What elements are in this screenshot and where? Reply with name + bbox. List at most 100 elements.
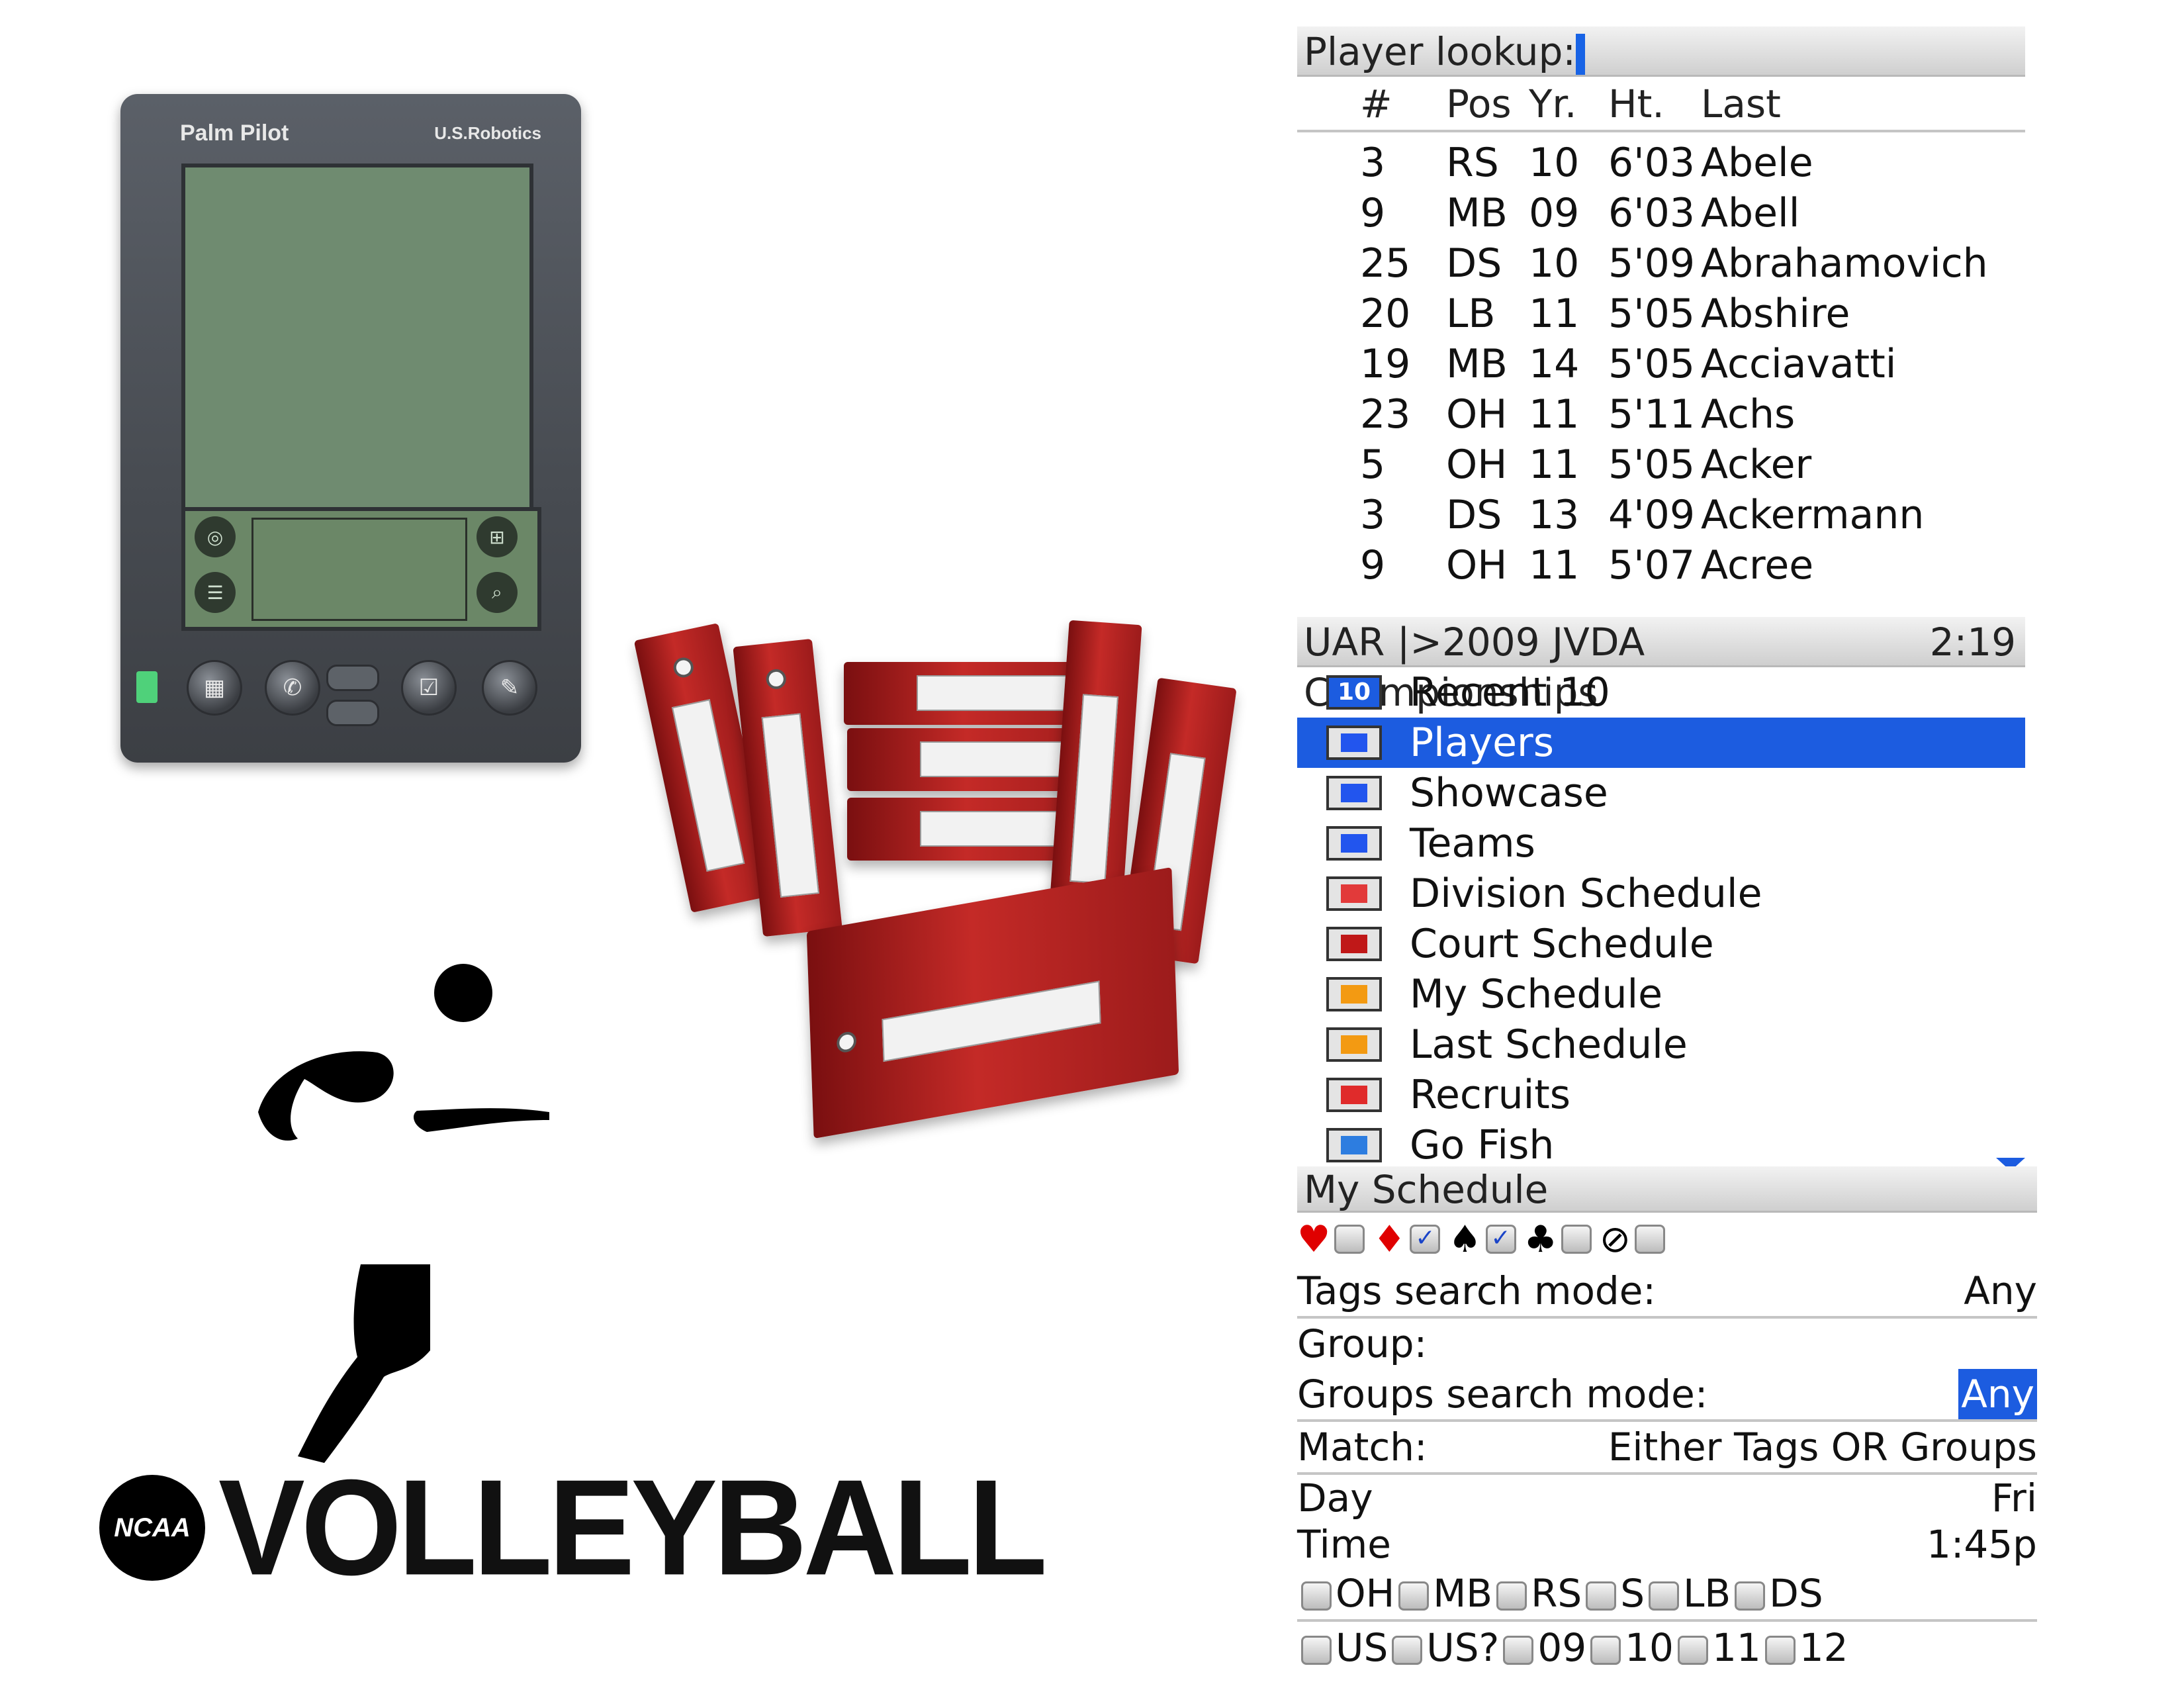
filter-checkbox[interactable]	[1503, 1635, 1534, 1665]
find-icon[interactable]: ⌕	[477, 572, 518, 613]
address-icon[interactable]: ✆	[265, 660, 320, 716]
player-row[interactable]: 23 OH 11 5'11 Achs	[1297, 389, 2025, 440]
menu-item-label: Recent 10	[1410, 669, 1610, 716]
player-ht: 5'05	[1608, 291, 1696, 337]
groups-mode-value[interactable]: Any	[1958, 1369, 2037, 1419]
player-last: Acciavatti	[1701, 341, 1897, 387]
player-row[interactable]: 25 DS 10 5'09 Abrahamovich	[1297, 238, 2025, 289]
memo-icon[interactable]: ✎	[482, 660, 537, 716]
menu-icon[interactable]: ☰	[195, 572, 236, 613]
menu-item-court-schedule[interactable]: Court Schedule	[1297, 919, 2025, 969]
todo-icon[interactable]: ☑	[401, 660, 457, 716]
col-last-header: Last	[1701, 81, 1781, 126]
menu-item-division-schedule[interactable]: Division Schedule	[1297, 868, 2025, 919]
match-value[interactable]: Either Tags OR Groups	[1608, 1422, 2037, 1472]
menu-item-players[interactable]: Players	[1297, 718, 2025, 768]
menu-item-showcase[interactable]: Showcase	[1297, 768, 2025, 818]
menu-item-label: Players	[1410, 720, 1554, 766]
tags-mode-value[interactable]: Any	[1964, 1266, 2037, 1316]
menu-item-teams[interactable]: Teams	[1297, 818, 2025, 868]
player-last: Acker	[1701, 442, 1812, 488]
date-book-icon[interactable]: ▦	[187, 660, 242, 716]
filter-checkbox[interactable]	[1586, 1581, 1617, 1611]
filter-checkbox[interactable]	[1649, 1581, 1680, 1611]
group-label: Group:	[1297, 1321, 1428, 1366]
menu-item-my-schedule[interactable]: My Schedule	[1297, 969, 2025, 1019]
tag-checkbox[interactable]: ✓	[1410, 1225, 1441, 1254]
time-value[interactable]: 1:45p	[1927, 1521, 2037, 1568]
player-yr: 10	[1529, 240, 1580, 287]
graffiti-area[interactable]	[251, 518, 467, 621]
match-label: Match:	[1297, 1425, 1428, 1470]
menu-item-recent-10[interactable]: 10 Recent 10	[1297, 667, 2025, 718]
groups-mode-label: Groups search mode:	[1297, 1372, 1708, 1417]
icon-fill	[1341, 1136, 1367, 1154]
player-yr: 11	[1529, 542, 1580, 588]
diamond-icon: ♦	[1373, 1217, 1406, 1261]
player-pos: DS	[1446, 240, 1502, 287]
binder	[806, 867, 1179, 1139]
filter-checkbox[interactable]	[1735, 1581, 1766, 1611]
volleyball-ball	[434, 964, 492, 1022]
match-row[interactable]: Match: Either Tags OR Groups	[1297, 1422, 2037, 1475]
time-row[interactable]: Time 1:45p	[1297, 1521, 2037, 1568]
player-ht: 5'09	[1608, 240, 1696, 287]
player-pos: DS	[1446, 492, 1502, 538]
menu-item-recruits[interactable]: Recruits	[1297, 1070, 2025, 1120]
menu-item-last-schedule[interactable]: Last Schedule	[1297, 1019, 2025, 1070]
player-row[interactable]: 5 OH 11 5'05 Acker	[1297, 440, 2025, 490]
filter-label: LB	[1683, 1571, 1731, 1616]
filter-checkbox[interactable]	[1398, 1581, 1430, 1611]
teams-icon	[1326, 826, 1382, 861]
spade-icon: ♠	[1448, 1217, 1482, 1261]
player-row[interactable]: 9 MB 09 6'03 Abell	[1297, 188, 2025, 238]
player-num: 9	[1360, 190, 1386, 236]
player-lookup-title[interactable]: Player lookup:	[1297, 26, 2025, 77]
icon-fill	[1341, 935, 1367, 953]
player-row[interactable]: 19 MB 14 5'05 Acciavatti	[1297, 339, 2025, 389]
scroll-down-button[interactable]	[326, 700, 379, 726]
scroll-up-button[interactable]	[326, 665, 379, 691]
filter-label: MB	[1433, 1571, 1493, 1616]
go-fish-icon	[1326, 1128, 1382, 1162]
player-row[interactable]: 3 DS 13 4'09 Ackermann	[1297, 490, 2025, 540]
day-row[interactable]: Day Fri	[1297, 1475, 2037, 1521]
filter-checkbox[interactable]	[1764, 1635, 1796, 1665]
player-table-header: # Pos Yr. Ht. Last	[1297, 78, 2025, 132]
filter-checkbox[interactable]	[1677, 1635, 1708, 1665]
player-num: 9	[1360, 542, 1386, 588]
groups-mode-row[interactable]: Groups search mode: Any	[1297, 1369, 2037, 1422]
filter-checkbox[interactable]	[1392, 1635, 1423, 1665]
player-row[interactable]: 3 RS 10 6'03 Abele	[1297, 138, 2025, 188]
tag-checkbox[interactable]	[1334, 1225, 1365, 1254]
col-yr-header: Yr.	[1529, 81, 1577, 126]
power-led[interactable]	[136, 671, 158, 703]
player-pos: OH	[1446, 542, 1508, 588]
player-row[interactable]: 20 LB 11 5'05 Abshire	[1297, 289, 2025, 339]
applications-icon[interactable]: ◎	[195, 516, 236, 557]
filter-checkbox[interactable]	[1301, 1581, 1332, 1611]
tag-checkbox[interactable]	[1561, 1225, 1592, 1254]
filter-label: 09	[1537, 1625, 1587, 1670]
day-label: Day	[1297, 1476, 1373, 1521]
tags-mode-row[interactable]: Tags search mode: Any	[1297, 1266, 2037, 1319]
tag-checkbox[interactable]	[1634, 1225, 1665, 1254]
player-row[interactable]: 9 OH 11 5'07 Acree	[1297, 540, 2025, 590]
menu-item-label: Go Fish	[1410, 1122, 1555, 1168]
calculator-icon[interactable]: ⊞	[477, 516, 518, 557]
filter-checkbox[interactable]	[1496, 1581, 1527, 1611]
text-cursor	[1575, 33, 1585, 75]
ncaa-volleyball-logo: NCAA VOLLEYBALL	[99, 1460, 1048, 1595]
player-yr: 14	[1529, 341, 1580, 387]
menu-item-go-fish[interactable]: Go Fish	[1297, 1120, 2025, 1170]
group-row[interactable]: Group:	[1297, 1319, 2037, 1369]
tags-mode-label: Tags search mode:	[1297, 1268, 1656, 1313]
player-yr: 13	[1529, 492, 1580, 538]
player-num: 3	[1360, 140, 1386, 186]
my-schedule-panel: My Schedule ♥ ♦ ✓ ♠ ✓ ♣ ⊘ Tags search mode: An…	[1297, 1166, 2037, 1673]
filter-checkbox[interactable]	[1590, 1635, 1621, 1665]
day-value[interactable]: Fri	[1991, 1475, 2037, 1521]
filter-checkbox[interactable]	[1301, 1635, 1332, 1665]
tag-checkbox[interactable]: ✓	[1485, 1225, 1516, 1254]
col-pos-header: Pos	[1446, 81, 1512, 126]
